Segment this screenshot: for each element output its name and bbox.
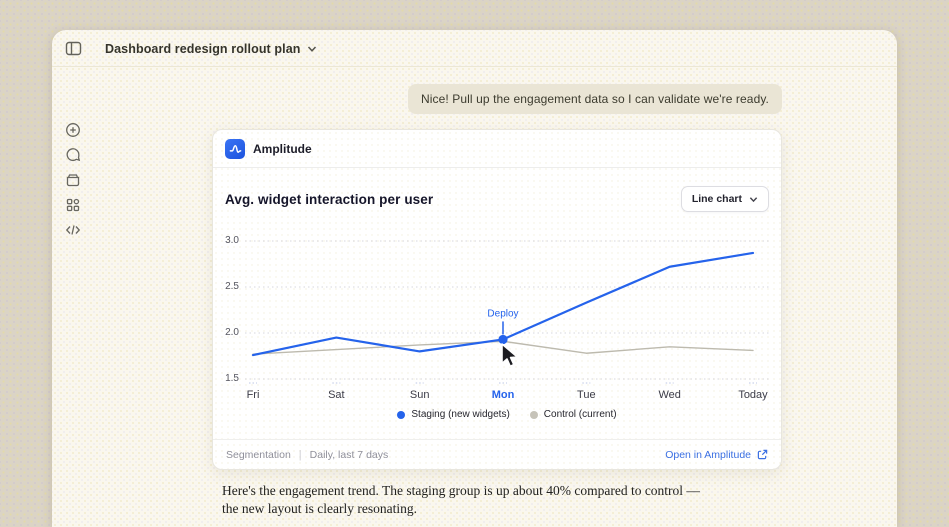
amplitude-logo-icon [225, 139, 245, 159]
code-icon[interactable] [65, 222, 81, 238]
amplitude-card: Amplitude Avg. widget interaction per us… [212, 129, 782, 470]
y-axis-tick: 2.0 [213, 327, 239, 338]
y-axis-tick: 2.5 [213, 281, 239, 292]
chart-type-dropdown[interactable]: Line chart [681, 186, 769, 212]
apps-icon[interactable] [65, 197, 81, 213]
top-bar: Dashboard redesign rollout plan [52, 30, 897, 67]
external-link-icon [757, 449, 768, 460]
app-window: Dashboard redesign rollout plan [52, 30, 897, 527]
chart-meta-range: Daily, last 7 days [310, 449, 389, 461]
meta-separator: | [299, 449, 302, 461]
sidebar-toggle-button[interactable] [65, 40, 82, 57]
x-axis-tick: Sun [388, 389, 452, 401]
deploy-annotation-label: Deploy [487, 308, 518, 319]
chart-title-row: Avg. widget interaction per user Line ch… [225, 184, 769, 214]
conversation-title-dropdown[interactable]: Dashboard redesign rollout plan [105, 30, 317, 67]
chart-title: Avg. widget interaction per user [225, 192, 433, 207]
chart-legend: Staging (new widgets) Control (current) [243, 409, 771, 420]
user-message-text: Nice! Pull up the engagement data so I c… [421, 92, 769, 106]
y-axis-tick: 3.0 [213, 235, 239, 246]
new-chat-icon[interactable] [65, 122, 81, 138]
chart-meta: Segmentation | Daily, last 7 days [226, 449, 388, 461]
x-axis-tick: Sat [304, 389, 368, 401]
mouse-cursor [499, 342, 521, 370]
legend-dot-icon [530, 411, 538, 419]
desktop-background: Dashboard redesign rollout plan [0, 0, 949, 527]
x-axis-tick: Mon [471, 389, 535, 401]
x-axis-tick: Tue [554, 389, 618, 401]
x-axis-tick: Wed [638, 389, 702, 401]
legend-item: Control (current) [530, 409, 617, 420]
legend-dot-icon [397, 411, 405, 419]
y-axis-tick: 1.5 [213, 373, 239, 384]
chevron-down-icon [749, 195, 758, 204]
assistant-message-text: Here's the engagement trend. The staging… [222, 482, 700, 517]
left-rail [52, 67, 94, 527]
legend-label: Control (current) [544, 409, 617, 420]
legend-item: Staging (new widgets) [397, 409, 509, 420]
amplitude-card-header: Amplitude [213, 130, 781, 168]
x-axis-tick: Today [721, 389, 785, 401]
amplitude-card-footer: Segmentation | Daily, last 7 days Open i… [213, 439, 781, 469]
chevron-down-icon [307, 44, 317, 54]
amplitude-app-name: Amplitude [253, 142, 312, 156]
open-in-amplitude-label: Open in Amplitude [665, 449, 751, 461]
chart-meta-type: Segmentation [226, 449, 291, 461]
legend-label: Staging (new widgets) [411, 409, 509, 420]
chart-type-label: Line chart [692, 193, 742, 205]
projects-icon[interactable] [65, 172, 81, 188]
open-in-amplitude-link[interactable]: Open in Amplitude [665, 449, 768, 461]
page-title: Dashboard redesign rollout plan [105, 42, 300, 56]
x-axis-tick: Fri [221, 389, 285, 401]
chats-icon[interactable] [65, 147, 81, 163]
user-message-bubble: Nice! Pull up the engagement data so I c… [408, 84, 782, 114]
